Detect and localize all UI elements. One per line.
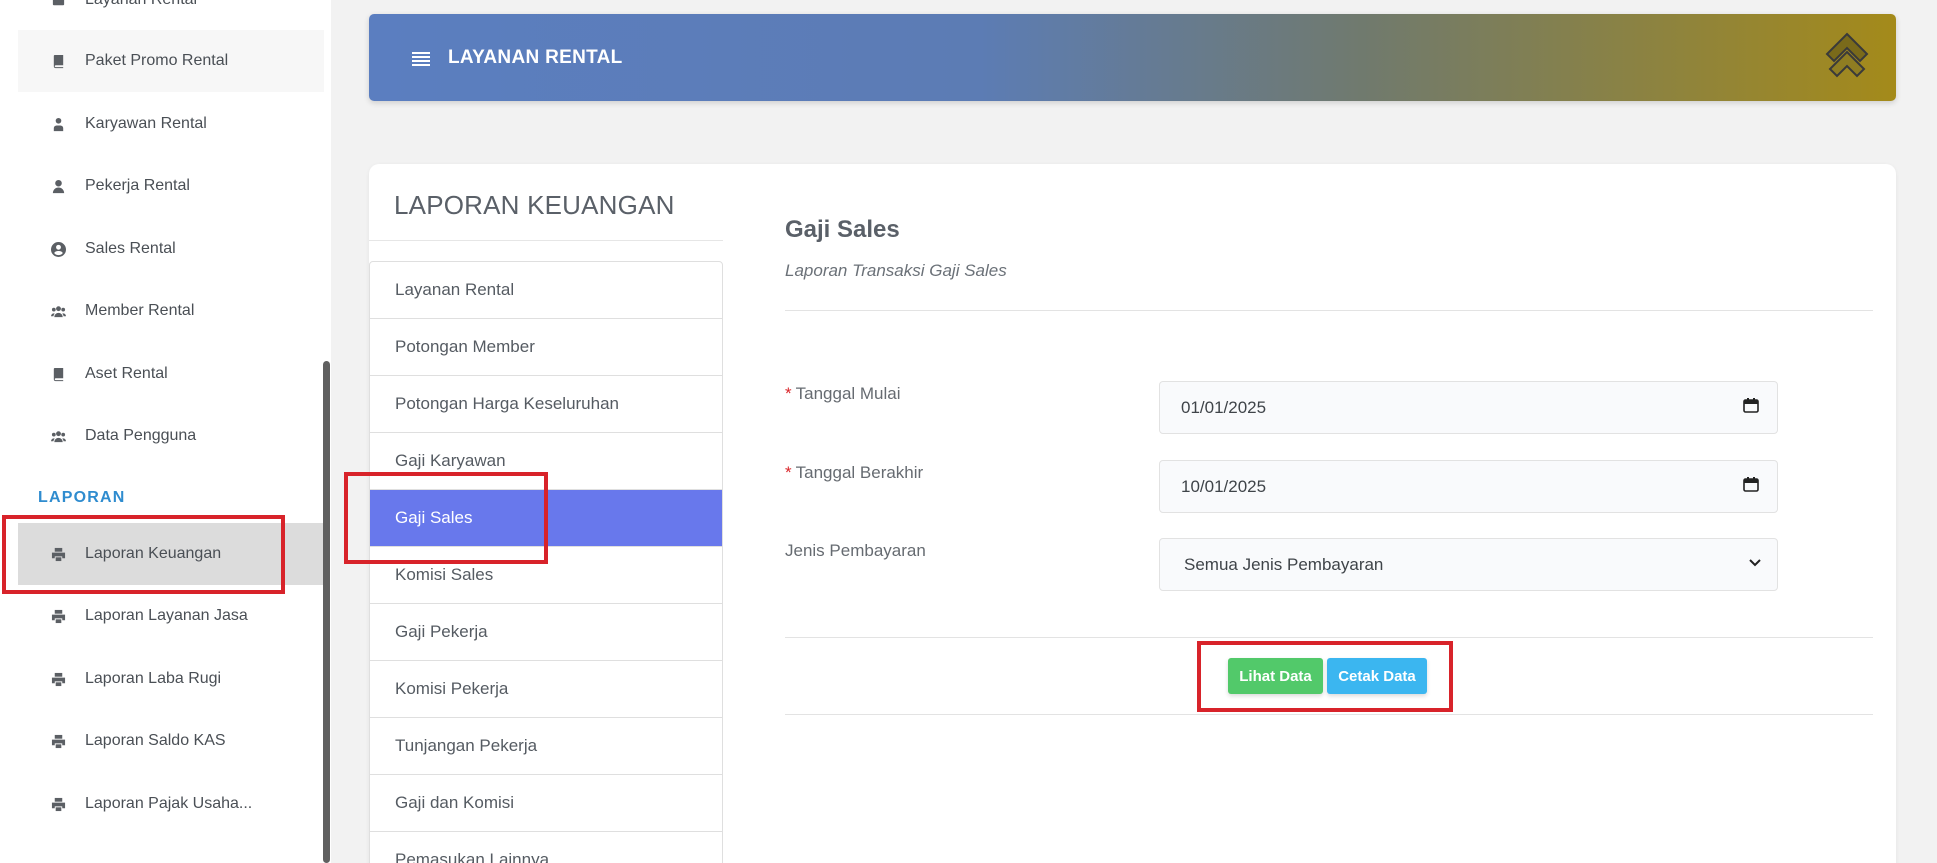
user-circle-icon bbox=[50, 241, 66, 257]
form-divider-top bbox=[785, 637, 1873, 638]
sidebar: Layanan Rental Paket Promo Rental Karyaw… bbox=[0, 0, 331, 863]
view-data-button[interactable]: Lihat Data bbox=[1228, 658, 1323, 694]
payment-type-select[interactable]: Semua Jenis Pembayaran bbox=[1159, 538, 1778, 591]
sidebar-item-laporan-keuangan[interactable]: Laporan Keuangan bbox=[18, 523, 324, 585]
print-icon bbox=[50, 796, 66, 812]
hamburger-menu-icon[interactable] bbox=[409, 46, 433, 70]
list-item-potongan-harga-keseluruhan[interactable]: Potongan Harga Keseluruhan bbox=[370, 376, 722, 433]
top-header: LAYANAN RENTAL bbox=[369, 14, 1896, 101]
book-icon bbox=[50, 366, 66, 382]
sidebar-item-data-pengguna[interactable]: Data Pengguna bbox=[18, 405, 324, 467]
user-tie-icon bbox=[50, 116, 66, 132]
start-date-input[interactable]: 01/01/2025 bbox=[1159, 381, 1778, 434]
sidebar-section-laporan: LAPORAN bbox=[38, 489, 126, 506]
sidebar-item-laporan-layanan-jasa[interactable]: Laporan Layanan Jasa bbox=[18, 585, 324, 647]
start-date-label-text: Tanggal Mulai bbox=[795, 384, 901, 403]
sidebar-item-pekerja-rental[interactable]: Pekerja Rental bbox=[18, 155, 324, 217]
list-item-komisi-pekerja[interactable]: Komisi Pekerja bbox=[370, 661, 722, 718]
required-mark: * bbox=[785, 463, 792, 482]
sidebar-item-label: Laporan Laba Rugi bbox=[85, 670, 222, 687]
form-divider-bottom bbox=[785, 714, 1873, 715]
sidebar-item-label: Paket Promo Rental bbox=[85, 52, 229, 69]
start-date-value: 01/01/2025 bbox=[1181, 397, 1267, 417]
list-item-gaji-sales[interactable]: Gaji Sales bbox=[370, 490, 722, 547]
print-icon bbox=[50, 608, 66, 624]
content-title: Gaji Sales bbox=[785, 216, 900, 243]
list-item-komisi-sales[interactable]: Komisi Sales bbox=[370, 547, 722, 604]
box-icon bbox=[50, 0, 66, 8]
print-icon bbox=[50, 546, 66, 562]
calendar-icon[interactable] bbox=[1743, 476, 1759, 497]
app-logo-icon bbox=[1822, 30, 1872, 82]
sidebar-item-label: Laporan Pajak Usaha... bbox=[85, 795, 253, 812]
start-date-label: * Tanggal Mulai bbox=[785, 384, 901, 404]
calendar-icon[interactable] bbox=[1743, 397, 1759, 418]
sidebar-item-laporan-saldo-kas[interactable]: Laporan Saldo KAS bbox=[18, 710, 324, 772]
sidebar-item-label: Member Rental bbox=[85, 302, 195, 319]
sidebar-item-sales-rental[interactable]: Sales Rental bbox=[18, 218, 324, 280]
list-item-tunjangan-pekerja[interactable]: Tunjangan Pekerja bbox=[370, 718, 722, 775]
end-date-value: 10/01/2025 bbox=[1181, 476, 1267, 496]
sidebar-item-label: Laporan Keuangan bbox=[85, 545, 222, 562]
print-icon bbox=[50, 733, 66, 749]
user-icon bbox=[50, 178, 66, 194]
print-data-button[interactable]: Cetak Data bbox=[1327, 658, 1427, 694]
end-date-label: * Tanggal Berakhir bbox=[785, 463, 923, 483]
list-item-layanan-rental[interactable]: Layanan Rental bbox=[370, 262, 722, 319]
sidebar-item-laporan-laba-rugi[interactable]: Laporan Laba Rugi bbox=[18, 648, 324, 710]
sidebar-scrollbar[interactable] bbox=[323, 361, 330, 863]
list-item-gaji-pekerja[interactable]: Gaji Pekerja bbox=[370, 604, 722, 661]
report-card: LAPORAN KEUANGAN Layanan Rental Potongan… bbox=[369, 164, 1896, 863]
sidebar-item-label: Laporan Layanan Jasa bbox=[85, 607, 248, 624]
end-date-label-text: Tanggal Berakhir bbox=[795, 463, 924, 482]
report-type-list: Layanan Rental Potongan Member Potongan … bbox=[369, 261, 723, 863]
sidebar-item-label: Sales Rental bbox=[85, 240, 176, 257]
end-date-input[interactable]: 10/01/2025 bbox=[1159, 460, 1778, 513]
required-mark: * bbox=[785, 384, 792, 403]
sidebar-item-label: Aset Rental bbox=[85, 365, 168, 382]
sidebar-item-layanan-rental[interactable]: Layanan Rental bbox=[18, 0, 324, 31]
sidebar-item-label: Layanan Rental bbox=[85, 0, 197, 9]
content-divider bbox=[785, 310, 1873, 311]
sidebar-item-label: Laporan Saldo KAS bbox=[85, 732, 226, 749]
left-panel-title: LAPORAN KEUANGAN bbox=[394, 190, 675, 220]
content-subtitle: Laporan Transaksi Gaji Sales bbox=[785, 261, 1007, 280]
payment-type-label: Jenis Pembayaran bbox=[785, 541, 926, 560]
payment-type-value: Semua Jenis Pembayaran bbox=[1184, 554, 1384, 574]
list-item-pemasukan-lainnya[interactable]: Pemasukan Lainnya bbox=[370, 832, 722, 863]
sidebar-item-label: Pekerja Rental bbox=[85, 177, 190, 194]
book-icon bbox=[50, 53, 66, 69]
users-icon bbox=[50, 303, 66, 319]
list-item-gaji-dan-komisi[interactable]: Gaji dan Komisi bbox=[370, 775, 722, 832]
list-item-potongan-member[interactable]: Potongan Member bbox=[370, 319, 722, 376]
print-icon bbox=[50, 671, 66, 687]
sidebar-item-paket-promo-rental[interactable]: Paket Promo Rental bbox=[18, 30, 324, 92]
sidebar-item-label: Data Pengguna bbox=[85, 427, 197, 444]
left-panel-divider bbox=[369, 240, 723, 241]
sidebar-item-laporan-pajak-usaha[interactable]: Laporan Pajak Usaha... bbox=[18, 773, 324, 835]
sidebar-item-aset-rental[interactable]: Aset Rental bbox=[18, 343, 324, 405]
sidebar-item-label: Karyawan Rental bbox=[85, 115, 207, 132]
list-item-gaji-karyawan[interactable]: Gaji Karyawan bbox=[370, 433, 722, 490]
header-title: LAYANAN RENTAL bbox=[448, 46, 623, 68]
sidebar-item-karyawan-rental[interactable]: Karyawan Rental bbox=[18, 93, 324, 155]
users-icon bbox=[50, 428, 66, 444]
sidebar-item-member-rental[interactable]: Member Rental bbox=[18, 280, 324, 342]
chevron-down-icon bbox=[1747, 554, 1763, 575]
